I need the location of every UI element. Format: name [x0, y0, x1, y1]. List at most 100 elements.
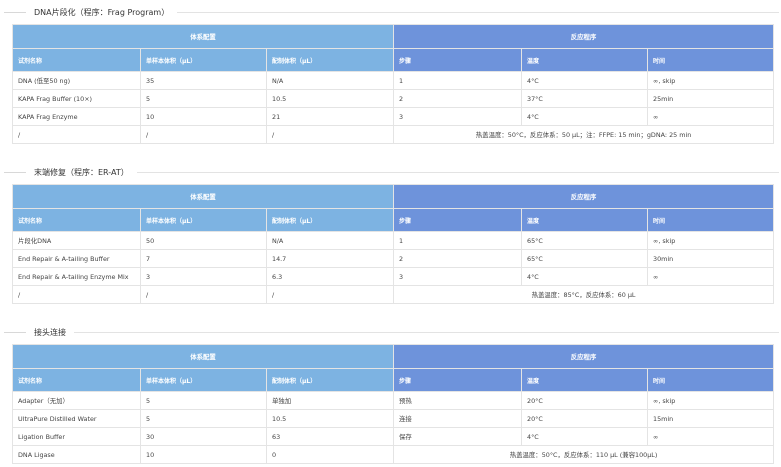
table-cell: 保存	[393, 427, 523, 446]
table-cell: 20°C	[521, 391, 649, 410]
table-cell: 单独加	[265, 391, 395, 410]
column-header: 时间	[647, 208, 775, 232]
column-header-row: 试剂名称 单样本体积（μL） 配制体积（μL） 步骤 温度 时间	[12, 48, 775, 72]
table-cell: DNA (低至50 ng)	[12, 71, 141, 90]
table-cell: 30	[140, 427, 267, 446]
table-cell: 连接	[393, 409, 523, 428]
table-cell: 3	[140, 267, 267, 286]
table-cell: 10	[140, 445, 267, 464]
table-row: KAPA Frag Enzyme 10 21 3 4°C ∞	[12, 107, 775, 126]
column-header: 试剂名称	[12, 48, 141, 72]
divider	[74, 331, 779, 333]
divider	[136, 171, 779, 173]
table-cell: 2	[393, 89, 523, 108]
group-header-row: 体系配置 反应程序	[11, 24, 775, 49]
table-cell: ∞, skip	[647, 391, 775, 410]
table-cell: ∞	[647, 267, 775, 286]
table-cell: 3	[393, 107, 523, 126]
table-row: Adapter（无加） 5 单独加 预热 20°C ∞, skip	[12, 391, 775, 410]
group-header-config: 体系配置	[11, 24, 395, 49]
table-cell: DNA Ligase	[12, 445, 141, 464]
table-cell: End Repair & A-tailing Buffer	[12, 249, 141, 268]
column-header: 温度	[521, 208, 649, 232]
table-row: DNA (低至50 ng) 35 N/A 1 4°C ∞, skip	[12, 71, 775, 90]
divider	[4, 11, 26, 13]
protocol-page: DNA片段化（程序：Frag Program） 体系配置 反应程序 试剂名称 单样本体积…	[0, 0, 781, 467]
table-cell: 25min	[647, 89, 775, 108]
group-header-config: 体系配置	[11, 184, 395, 209]
column-header: 单样本体积（μL）	[140, 48, 267, 72]
table-row: End Repair & A-tailing Enzyme Mix 3 6.3 3 4°…	[12, 267, 775, 286]
column-header: 步骤	[393, 208, 523, 232]
section-title: 末端修复（程序：ER-AT）	[34, 167, 129, 177]
table-row: UltraPure Distilled Water 5 10.5 连接 20°C 15mi…	[12, 409, 775, 428]
divider	[177, 11, 779, 13]
table-cell: 10.5	[265, 89, 395, 108]
table-row: End Repair & A-tailing Buffer 7 14.7 2 65°C 3…	[12, 249, 775, 268]
table-cell: 65°C	[521, 249, 649, 268]
table-cell: /	[140, 125, 267, 144]
group-header-config: 体系配置	[11, 344, 395, 369]
table-cell: 4°C	[521, 71, 649, 90]
table-cell: ∞	[647, 107, 775, 126]
table-cell: 1	[393, 71, 523, 90]
table-cell: /	[140, 285, 267, 304]
section-header: 接头连接	[0, 322, 781, 342]
column-header: 步骤	[393, 48, 523, 72]
table-cell: 4°C	[521, 267, 649, 286]
reaction-note: 热盖温度：50°C，反应体系：50 μL；注：FFPE: 15 min；gDNA…	[393, 125, 775, 144]
table-cell: 10.5	[265, 409, 395, 428]
table-cell: 35	[140, 71, 267, 90]
table-cell: KAPA Frag Buffer (10×)	[12, 89, 141, 108]
column-header: 配制体积（μL）	[265, 48, 395, 72]
table-cell: ∞, skip	[647, 231, 775, 250]
column-header: 步骤	[393, 368, 523, 392]
group-header-program: 反应程序	[393, 184, 775, 209]
table-cell: 15min	[647, 409, 775, 428]
table-cell: 4°C	[521, 107, 649, 126]
table-cell: 5	[140, 409, 267, 428]
table-cell: 21	[265, 107, 395, 126]
table-cell: 30min	[647, 249, 775, 268]
column-header: 时间	[647, 368, 775, 392]
table-cell: 4°C	[521, 427, 649, 446]
table-row: DNA Ligase 10 0 热盖温度：50°C，反应体系：110 μL (兼容10…	[12, 445, 775, 464]
column-header: 单样本体积（μL）	[140, 208, 267, 232]
column-header: 配制体积（μL）	[265, 208, 395, 232]
column-header: 试剂名称	[12, 368, 141, 392]
column-header-row: 试剂名称 单样本体积（μL） 配制体积（μL） 步骤 温度 时间	[12, 368, 775, 392]
section-title: DNA片段化（程序：Frag Program）	[34, 7, 170, 17]
table-cell: UltraPure Distilled Water	[12, 409, 141, 428]
table-row: Ligation Buffer 30 63 保存 4°C ∞	[12, 427, 775, 446]
table-cell: KAPA Frag Enzyme	[12, 107, 141, 126]
table-row: KAPA Frag Buffer (10×) 5 10.5 2 37°C 25min	[12, 89, 775, 108]
table-cell: 65°C	[521, 231, 649, 250]
table-cell: 5	[140, 391, 267, 410]
table-cell: /	[265, 285, 395, 304]
reaction-note: 热盖温度：50°C，反应体系：110 μL (兼容100μL)	[393, 445, 775, 464]
reaction-note: 热盖温度：85°C，反应体系：60 μL	[393, 285, 775, 304]
table-cell: 10	[140, 107, 267, 126]
group-header-row: 体系配置 反应程序	[11, 184, 775, 209]
table-cell: N/A	[265, 231, 395, 250]
column-header: 温度	[521, 48, 649, 72]
table-cell: ∞	[647, 427, 775, 446]
group-header-row: 体系配置 反应程序	[11, 344, 775, 369]
divider	[4, 331, 26, 333]
table-cell: 3	[393, 267, 523, 286]
group-header-program: 反应程序	[393, 344, 775, 369]
table-cell: 37°C	[521, 89, 649, 108]
group-header-program: 反应程序	[393, 24, 775, 49]
table-cell: /	[12, 285, 141, 304]
table-cell: 片段化DNA	[12, 231, 141, 250]
table-cell: Ligation Buffer	[12, 427, 141, 446]
table-cell: 6.3	[265, 267, 395, 286]
table-cell: /	[12, 125, 141, 144]
table-cell: 63	[265, 427, 395, 446]
table-row: 片段化DNA 50 N/A 1 65°C ∞, skip	[12, 231, 775, 250]
table-cell: 50	[140, 231, 267, 250]
divider	[4, 171, 26, 173]
protocol-table: 体系配置 反应程序 试剂名称 单样本体积（μL） 配制体积（μL） 步骤 温度 时间 DNA (…	[11, 24, 775, 144]
table-cell: End Repair & A-tailing Enzyme Mix	[12, 267, 141, 286]
table-cell: 2	[393, 249, 523, 268]
